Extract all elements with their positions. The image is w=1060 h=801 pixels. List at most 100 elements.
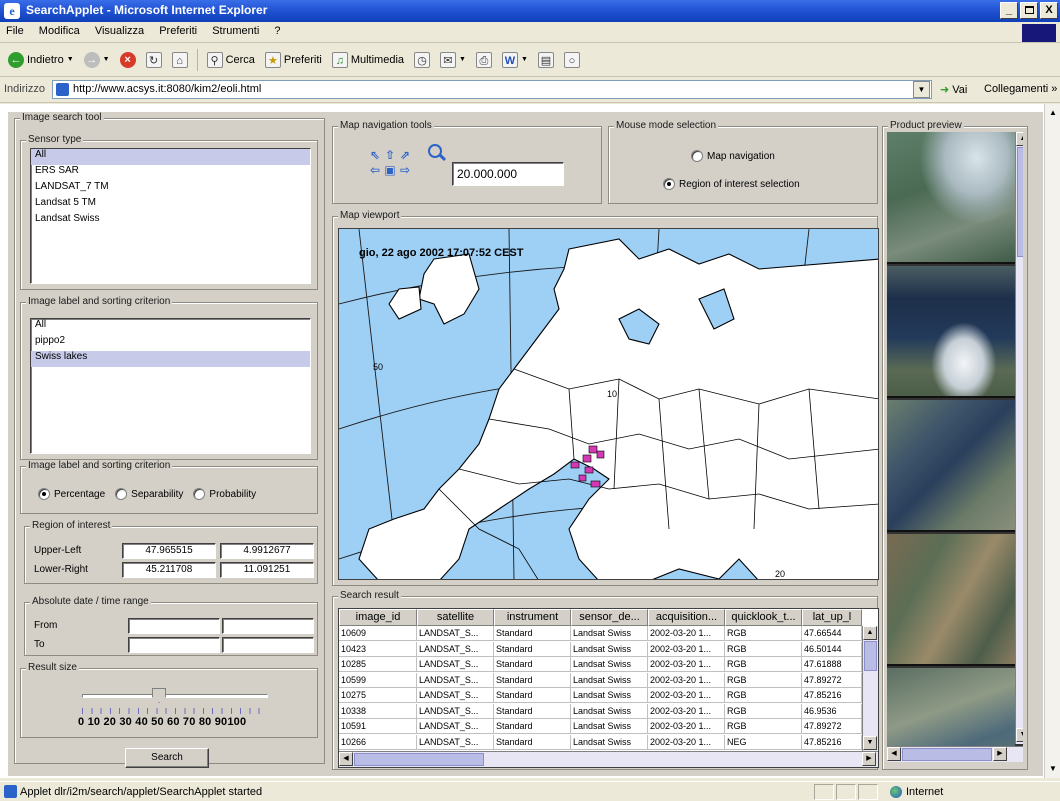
sensor-type-list[interactable]: All ERS SAR LANDSAT_7 TM Landsat 5 TM La…: [30, 148, 311, 284]
scroll-thumb[interactable]: [864, 641, 877, 671]
map-viewport[interactable]: gio, 22 ago 2002 17:07:52 CEST 50 10 20: [338, 228, 879, 580]
scroll-right-arrow[interactable]: ▶: [993, 747, 1007, 761]
to-date-field[interactable]: [128, 637, 220, 653]
table-row[interactable]: 10423 LANDSAT_S... Standard Landsat Swiss 20…: [339, 641, 862, 657]
list-item[interactable]: LANDSAT_7 TM: [31, 181, 310, 197]
close-button[interactable]: X: [1040, 2, 1058, 19]
search-result-table[interactable]: image_id satellite instrument sensor_de.…: [338, 608, 879, 768]
column-header-instrument[interactable]: instrument: [494, 609, 571, 626]
menu-file[interactable]: File: [0, 22, 30, 40]
list-item[interactable]: All: [31, 319, 310, 335]
table-horizontal-scrollbar[interactable]: ◀ ▶: [339, 751, 878, 767]
preview-horizontal-scrollbar[interactable]: ◀ ▶: [887, 746, 1023, 762]
preview-thumbnail[interactable]: [887, 266, 1015, 398]
list-item[interactable]: Landsat Swiss: [31, 213, 310, 229]
scroll-left-arrow[interactable]: ◀: [339, 752, 353, 766]
table-row[interactable]: 10275 LANDSAT_S... Standard Landsat Swiss 20…: [339, 688, 862, 703]
preview-thumbnail[interactable]: [887, 534, 1015, 666]
preview-thumbnail[interactable]: [887, 400, 1015, 532]
search-submit-button[interactable]: Search: [125, 748, 209, 768]
image-label-list[interactable]: All pippo2 Swiss lakes: [30, 318, 311, 454]
scroll-down-arrow[interactable]: ▼: [1048, 764, 1058, 773]
scroll-down-arrow[interactable]: ▼: [1016, 728, 1023, 742]
separability-radio[interactable]: Separability: [115, 488, 183, 500]
scroll-down-arrow[interactable]: ▼: [863, 736, 877, 750]
column-header-sensor[interactable]: sensor_de...: [571, 609, 648, 626]
from-date-field[interactable]: [128, 618, 220, 634]
pan-nw-icon[interactable]: ⇖: [368, 148, 382, 162]
list-item[interactable]: All: [31, 149, 310, 165]
probability-radio[interactable]: Probability: [193, 488, 256, 500]
search-button[interactable]: ⚲ Cerca: [203, 50, 259, 70]
list-item[interactable]: pippo2: [31, 335, 310, 351]
preview-thumbnail[interactable]: [887, 132, 1015, 264]
pan-west-icon[interactable]: ⇦: [368, 163, 382, 177]
result-size-slider[interactable]: [82, 688, 268, 704]
table-row[interactable]: 10338 LANDSAT_S... Standard Landsat Swiss 20…: [339, 703, 862, 719]
scroll-thumb[interactable]: [902, 748, 992, 761]
table-vertical-scrollbar[interactable]: ▲ ▼: [862, 626, 878, 751]
table-row[interactable]: 10591 LANDSAT_S... Standard Landsat Swiss 20…: [339, 719, 862, 734]
forward-button[interactable]: → ▼: [80, 50, 114, 70]
address-input[interactable]: http://www.acsys.it:8080/kim2/eoli.html: [52, 80, 932, 99]
print-button[interactable]: ⎙: [472, 50, 496, 70]
refresh-button[interactable]: ↻: [142, 50, 166, 70]
menu-strumenti[interactable]: Strumenti: [206, 22, 265, 40]
go-button[interactable]: ➜ Vai: [940, 83, 967, 96]
page-vertical-scrollbar[interactable]: ▲ ▼: [1044, 104, 1060, 778]
pan-north-icon[interactable]: ⇧: [383, 148, 397, 162]
map-navigation-radio[interactable]: Map navigation: [691, 150, 775, 162]
table-row[interactable]: 10285 LANDSAT_S... Standard Landsat Swiss 20…: [339, 657, 862, 672]
menu-help[interactable]: ?: [268, 22, 286, 40]
table-row[interactable]: 10599 LANDSAT_S... Standard Landsat Swiss 20…: [339, 672, 862, 688]
map-scale-field[interactable]: 20.000.000: [452, 162, 564, 186]
column-header-lat-up[interactable]: lat_up_l: [802, 609, 862, 626]
lower-right-lat-field[interactable]: 45.211708: [122, 562, 216, 578]
mail-button[interactable]: ✉ ▼: [436, 50, 470, 70]
roi-selection-radio[interactable]: Region of interest selection: [663, 178, 800, 190]
list-item[interactable]: Landsat 5 TM: [31, 197, 310, 213]
edit-button[interactable]: W ▼: [498, 50, 532, 70]
stop-button[interactable]: ×: [116, 50, 140, 70]
links-button[interactable]: Collegamenti »: [984, 83, 1057, 95]
from-time-field[interactable]: [222, 618, 314, 634]
media-button[interactable]: ♫ Multimedia: [328, 50, 408, 70]
scroll-up-arrow[interactable]: ▲: [863, 626, 877, 640]
menu-preferiti[interactable]: Preferiti: [153, 22, 203, 40]
scroll-thumb[interactable]: [354, 753, 484, 766]
list-item[interactable]: ERS SAR: [31, 165, 310, 181]
slider-thumb[interactable]: [152, 688, 166, 703]
table-row[interactable]: 10266 LANDSAT_S... Standard Landsat Swiss 20…: [339, 734, 862, 750]
pan-east-icon[interactable]: ⇨: [398, 163, 412, 177]
scroll-thumb[interactable]: [1017, 147, 1023, 257]
percentage-radio[interactable]: Percentage: [38, 488, 105, 500]
back-button[interactable]: ← Indietro ▼: [4, 50, 78, 70]
column-header-image-id[interactable]: image_id: [339, 609, 417, 626]
column-header-satellite[interactable]: satellite: [417, 609, 494, 626]
scroll-right-arrow[interactable]: ▶: [862, 752, 876, 766]
home-button[interactable]: ⌂: [168, 50, 192, 70]
upper-left-lat-field[interactable]: 47.965515: [122, 543, 216, 559]
to-time-field[interactable]: [222, 637, 314, 653]
history-button[interactable]: ◷: [410, 50, 434, 70]
menu-modifica[interactable]: Modifica: [33, 22, 86, 40]
column-header-acquisition[interactable]: acquisition...: [648, 609, 725, 626]
maximize-button[interactable]: [1020, 2, 1038, 19]
list-item[interactable]: Swiss lakes: [31, 351, 310, 367]
address-dropdown-button[interactable]: ▼: [913, 81, 930, 98]
column-header-quicklook[interactable]: quicklook_t...: [725, 609, 802, 626]
minimize-button[interactable]: _: [1000, 2, 1018, 19]
scroll-up-arrow[interactable]: ▲: [1048, 108, 1058, 117]
pan-ne-icon[interactable]: ⇗: [398, 148, 412, 162]
table-row[interactable]: 10609 LANDSAT_S... Standard Landsat Swiss 20…: [339, 626, 862, 641]
preview-vertical-scrollbar[interactable]: ▲ ▼: [1015, 132, 1023, 744]
pan-arrows-icon[interactable]: ⇖ ⇧ ⇗ ⇦ ▣ ⇨: [368, 148, 410, 178]
product-preview-list[interactable]: ▲ ▼ ◀ ▶: [887, 132, 1023, 762]
favorites-button[interactable]: ★ Preferiti: [261, 50, 326, 70]
discuss-button[interactable]: ▤: [534, 50, 558, 70]
scroll-up-arrow[interactable]: ▲: [1016, 132, 1023, 146]
lower-right-lon-field[interactable]: 11.091251: [220, 562, 314, 578]
messenger-button[interactable]: ○: [560, 50, 584, 70]
scroll-left-arrow[interactable]: ◀: [887, 747, 901, 761]
upper-left-lon-field[interactable]: 4.9912677: [220, 543, 314, 559]
